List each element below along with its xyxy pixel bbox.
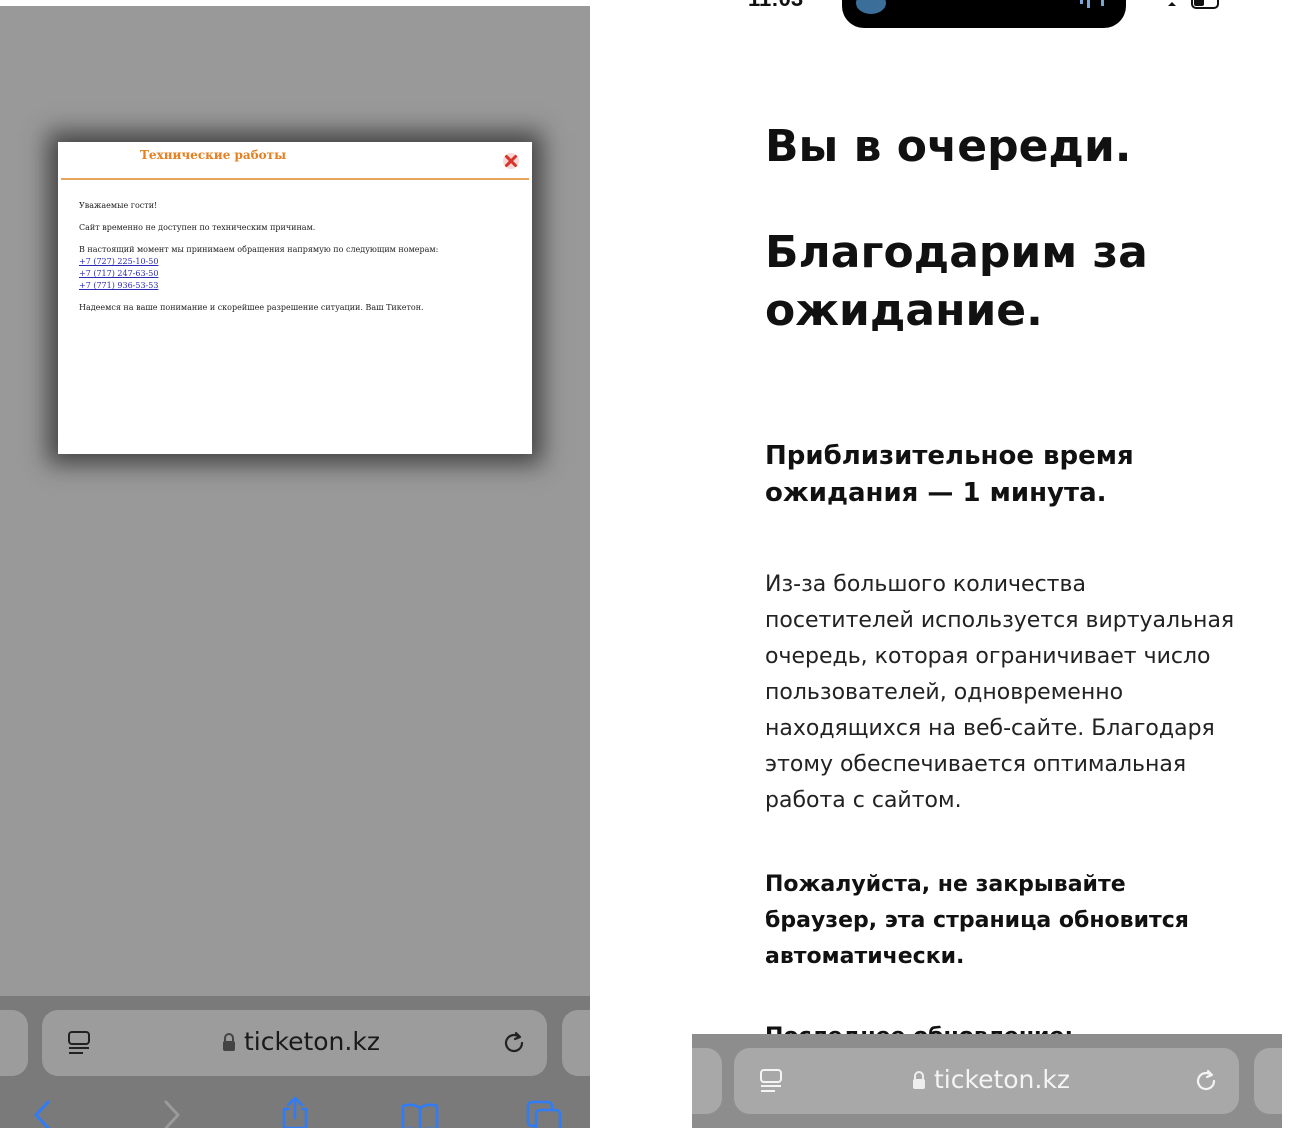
wifi-battery-icon <box>1168 0 1219 9</box>
wait-time-text: Приблизительное время ожидания — 1 минут… <box>765 441 1134 508</box>
modal-greeting: Уважаемые гости! <box>79 201 158 210</box>
queue-thanks: Благодарим за ожидание. <box>765 227 1148 336</box>
bookmarks-icon[interactable] <box>400 1102 440 1128</box>
previous-tab-pill[interactable] <box>0 1010 28 1076</box>
lock-icon <box>913 1071 925 1089</box>
address-bar[interactable]: ticketon.kz <box>42 1010 547 1076</box>
phone-link[interactable]: +7 (727) 225-10-50 <box>79 256 522 268</box>
queue-title: Вы в очереди. <box>765 121 1132 172</box>
close-icon[interactable] <box>502 152 520 170</box>
lock-icon <box>223 1033 235 1051</box>
share-icon[interactable] <box>278 1096 312 1128</box>
phone-link[interactable]: +7 (717) 247-63-50 <box>79 268 522 280</box>
left-phone-screen: Технические работы Уважаемые гости! Сайт… <box>0 6 590 1128</box>
previous-tab-pill[interactable] <box>692 1048 722 1114</box>
reload-icon[interactable] <box>502 1030 528 1056</box>
next-tab-pill[interactable] <box>1254 1048 1282 1114</box>
dynamic-island[interactable] <box>842 0 1126 28</box>
right-browser-bar: ticketon.kz <box>692 1034 1282 1128</box>
url-text: ticketon.kz <box>934 1065 1070 1094</box>
modal-unavailable-text: Сайт временно не доступен по техническим… <box>79 223 316 232</box>
reload-icon[interactable] <box>1194 1068 1220 1094</box>
status-time: 11:03 <box>748 0 803 12</box>
left-browser-bar: ticketon.kz <box>0 996 590 1128</box>
maintenance-modal: Технические работы Уважаемые гости! Сайт… <box>58 142 532 454</box>
url-text: ticketon.kz <box>244 1027 380 1056</box>
phone-link[interactable]: +7 (771) 936-53-53 <box>79 280 522 292</box>
modal-contact-intro: В настоящий момент мы принимаем обращени… <box>79 245 439 254</box>
next-tab-pill[interactable] <box>562 1010 590 1076</box>
queue-explanation: Из-за большого количества посетителей ис… <box>765 572 1235 813</box>
modal-body: Уважаемые гости! Сайт временно не доступ… <box>79 200 522 324</box>
forward-icon[interactable] <box>160 1100 182 1128</box>
do-not-close-notice: Пожалуйста, не закрывайте браузер, эта с… <box>765 872 1189 969</box>
back-icon[interactable] <box>32 1100 54 1128</box>
page-menu-icon[interactable] <box>758 1068 784 1094</box>
modal-title: Технические работы <box>140 148 287 162</box>
phone-list: +7 (727) 225-10-50 +7 (717) 247-63-50 +7… <box>79 256 522 292</box>
right-phone-screen: 11:03 Вы в очереди. Благодарим за ожидан… <box>692 0 1282 1128</box>
address-bar[interactable]: ticketon.kz <box>734 1048 1239 1114</box>
audio-wave-icon <box>1080 0 1104 8</box>
modal-closing-text: Надеемся на ваше понимание и скорейшее р… <box>79 303 424 312</box>
tabs-icon[interactable] <box>526 1100 562 1128</box>
page-menu-icon[interactable] <box>66 1030 92 1056</box>
modal-divider <box>61 178 529 180</box>
now-playing-artwork-icon <box>856 0 886 14</box>
